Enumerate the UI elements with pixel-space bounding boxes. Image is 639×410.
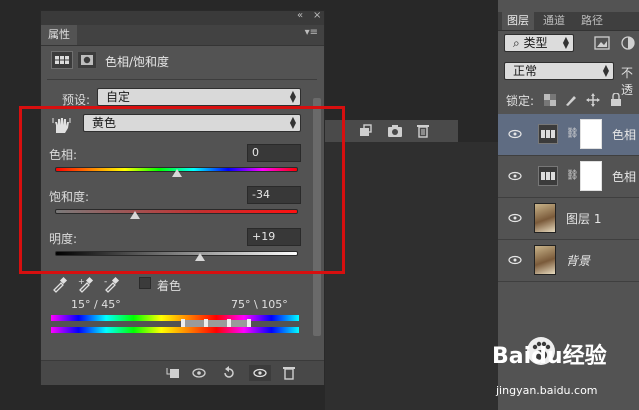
photo-layer-thumbnail <box>534 203 556 233</box>
colorize-label: 着色 <box>157 279 182 293</box>
layers-tab-row: 图层 通道 路径 <box>498 12 639 31</box>
dropdown-arrows-icon: ▲ ▼ <box>562 35 569 50</box>
range-left-readout: 15° / 45° <box>71 298 121 311</box>
layer-row[interactable]: ⛓ 色相 <box>498 156 639 198</box>
adjustment-filter-icon[interactable] <box>620 36 636 50</box>
eyedropper-icon[interactable] <box>51 275 69 293</box>
eyedropper-plus-icon[interactable]: + <box>77 275 95 293</box>
photo-layer-thumbnail <box>534 245 556 275</box>
highlight-annotation-box <box>19 106 345 274</box>
view-previous-state-icon[interactable] <box>191 365 207 381</box>
tab-paths[interactable]: 路径 <box>576 12 608 30</box>
panel-tab-row: 属性 ▾≡ <box>41 25 324 46</box>
eyedropper-minus-icon[interactable]: - <box>103 275 121 293</box>
preset-value: 自定 <box>106 90 131 104</box>
chain-link-icon[interactable]: ⛓ <box>566 128 579 139</box>
layer-name: 图层 1 <box>566 212 602 226</box>
image-filter-icon[interactable] <box>594 36 610 50</box>
close-icon[interactable]: × <box>313 10 321 21</box>
layer-filter-dropdown[interactable]: ⌕ 类型 ▲ ▼ <box>504 34 574 52</box>
tab-properties[interactable]: 属性 <box>41 25 77 45</box>
blend-mode-value: 正常 <box>513 64 538 78</box>
dropdown-arrows-icon: ▲ ▼ <box>602 63 609 78</box>
filter-type-value: 类型 <box>523 36 548 50</box>
eye-visibility-icon[interactable] <box>508 171 522 181</box>
watermark-url: jingyan.baidu.com <box>496 384 598 397</box>
adjustment-title: 色相/饱和度 <box>105 55 170 69</box>
eye-visibility-icon[interactable] <box>508 255 522 265</box>
lock-label: 锁定: <box>506 94 535 108</box>
lock-position-move-icon[interactable] <box>586 93 600 107</box>
camera-icon[interactable] <box>387 123 403 139</box>
svg-text:-: - <box>104 277 107 287</box>
layer-mask-thumbnail[interactable] <box>580 161 602 191</box>
layer-name: 色相 <box>612 128 637 142</box>
adjustment-layer-icon <box>538 166 558 186</box>
layer-mask-thumbnail[interactable] <box>580 119 602 149</box>
visibility-eye-icon[interactable] <box>249 365 271 381</box>
trash-icon[interactable] <box>415 123 431 139</box>
panel-footer <box>41 360 324 385</box>
color-range-bottom-bar <box>51 327 299 333</box>
delete-adjustment-icon[interactable] <box>281 365 297 381</box>
layer-row[interactable]: ⛓ 色相 <box>498 114 639 156</box>
canvas-workspace <box>325 142 498 410</box>
hue-saturation-adjustment-icon[interactable] <box>51 51 73 69</box>
adjustment-layer-icon <box>538 124 558 144</box>
dropdown-arrows-icon: ▲ ▼ <box>289 89 296 104</box>
layer-name: 背景 <box>566 254 591 268</box>
tab-channels[interactable]: 通道 <box>538 12 570 30</box>
clip-to-layer-icon[interactable] <box>165 365 181 381</box>
color-range-selector[interactable] <box>183 320 249 327</box>
panel-title-bar[interactable]: « × <box>41 10 324 25</box>
layer-row[interactable]: 背景 <box>498 240 639 282</box>
reset-icon[interactable] <box>221 365 237 381</box>
tab-layers[interactable]: 图层 <box>502 12 534 30</box>
chain-link-icon[interactable]: ⛓ <box>566 170 579 181</box>
panel-menu-icon[interactable]: ▾≡ <box>305 27 318 38</box>
range-handle[interactable] <box>247 319 251 327</box>
lock-all-icon[interactable] <box>610 93 622 107</box>
lock-pixels-brush-icon[interactable] <box>564 93 578 107</box>
search-icon: ⌕ <box>513 36 524 50</box>
divider <box>47 79 317 80</box>
eye-visibility-icon[interactable] <box>508 129 522 139</box>
range-handle[interactable] <box>181 319 185 327</box>
range-right-readout: 75° \ 105° <box>231 298 288 311</box>
opacity-label: 不透 <box>621 66 634 97</box>
svg-text:+: + <box>78 277 85 286</box>
colorize-checkbox[interactable] <box>139 277 151 289</box>
eye-visibility-icon[interactable] <box>508 213 522 223</box>
watermark-brand: Baidu经验 <box>492 344 607 369</box>
blend-mode-dropdown[interactable]: 正常 ▲ ▼ <box>504 62 614 80</box>
layer-row[interactable]: 图层 1 <box>498 198 639 240</box>
layer-mask-icon[interactable] <box>77 51 97 69</box>
range-handle[interactable] <box>204 319 208 327</box>
layer-name: 色相 <box>612 170 637 184</box>
collapse-icon[interactable]: « <box>297 10 303 21</box>
color-range-top-bar <box>51 315 299 321</box>
lock-transparency-icon[interactable] <box>544 94 556 106</box>
preset-dropdown[interactable]: 自定 ▲ ▼ <box>97 88 301 106</box>
new-fill-layer-icon[interactable] <box>358 123 374 139</box>
range-handle[interactable] <box>227 319 231 327</box>
